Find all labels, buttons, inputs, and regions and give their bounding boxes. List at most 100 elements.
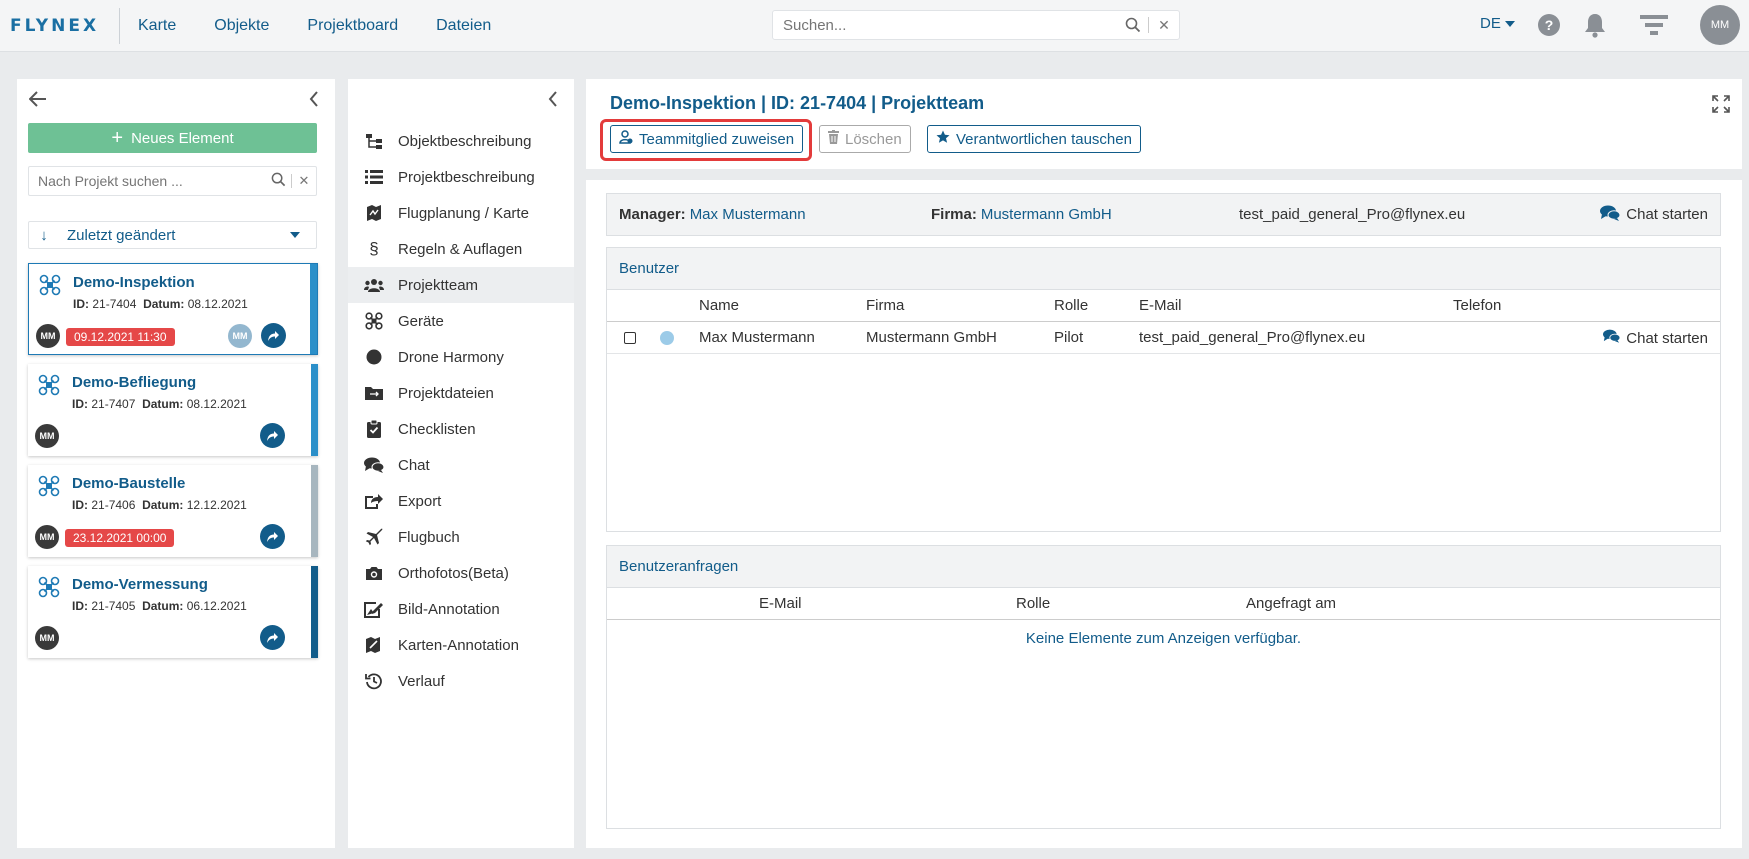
project-title[interactable]: Demo-Befliegung <box>72 374 196 391</box>
bell-icon[interactable] <box>1584 12 1606 42</box>
column-header-phone[interactable]: Telefon <box>1453 297 1501 314</box>
export-icon <box>363 493 385 509</box>
menu-label: Checklisten <box>398 420 476 438</box>
new-element-button[interactable]: + Neues Element <box>28 123 317 153</box>
menu-label: Flugbuch <box>398 528 460 546</box>
nav-link-karte[interactable]: Karte <box>138 17 176 35</box>
date-label: Datum: <box>143 297 185 311</box>
user-role: Pilot <box>1054 329 1084 346</box>
menu-item-chat[interactable]: Chat <box>348 447 574 483</box>
column-header-email[interactable]: E-Mail <box>759 595 802 612</box>
flynex-logo[interactable]: FLYNEX <box>10 7 120 44</box>
plus-icon: + <box>111 127 124 149</box>
collapse-menu-icon[interactable] <box>548 91 558 111</box>
sort-dropdown[interactable]: ↓ Zuletzt geändert <box>28 221 317 249</box>
project-card[interactable]: Demo-Befliegung ID: 21-7407 Datum: 08.12… <box>28 364 318 456</box>
column-header-role[interactable]: Rolle <box>1054 297 1088 314</box>
project-title[interactable]: Demo-Inspektion <box>73 274 195 291</box>
nav-link-dateien[interactable]: Dateien <box>436 17 491 35</box>
project-card[interactable]: Demo-Baustelle ID: 21-7406 Datum: 12.12.… <box>28 465 318 557</box>
swap-manager-label: Verantwortlichen tauschen <box>956 130 1132 148</box>
drone-icon <box>39 274 61 296</box>
menu-item-flugplanung[interactable]: Flugplanung / Karte <box>348 195 574 231</box>
delete-button[interactable]: Löschen <box>819 125 911 153</box>
project-date: 08.12.2021 <box>187 297 248 311</box>
manager-chat-button[interactable]: Chat starten <box>1600 205 1708 225</box>
assign-member-label: Teammitglied zuweisen <box>639 130 795 148</box>
project-card[interactable]: Demo-Vermessung ID: 21-7405 Datum: 06.12… <box>28 566 318 658</box>
menu-item-projektdateien[interactable]: Projektdateien <box>348 375 574 411</box>
menu-item-karten-annotation[interactable]: Karten-Annotation <box>348 627 574 663</box>
menu-item-export[interactable]: Export <box>348 483 574 519</box>
menu-item-projektbeschreibung[interactable]: Projektbeschreibung <box>348 159 574 195</box>
menu-item-flugbuch[interactable]: Flugbuch <box>348 519 574 555</box>
search-icon[interactable] <box>265 172 291 191</box>
menu-item-geraete[interactable]: Geräte <box>348 303 574 339</box>
back-arrow-icon[interactable] <box>28 91 47 111</box>
share-icon[interactable] <box>261 323 286 348</box>
company-name[interactable]: Mustermann GmbH <box>981 206 1112 223</box>
search-icon[interactable] <box>1118 17 1148 33</box>
manager-name[interactable]: Max Mustermann <box>690 206 806 223</box>
filter-icon[interactable] <box>1640 14 1668 40</box>
manager-label: Manager: <box>619 206 686 223</box>
column-header-requested-at[interactable]: Angefragt am <box>1246 595 1336 612</box>
drone-icon <box>38 374 60 396</box>
language-selector[interactable]: DE <box>1480 15 1515 32</box>
project-title[interactable]: Demo-Baustelle <box>72 475 185 492</box>
star-icon <box>936 130 950 148</box>
user-chat-button[interactable]: Chat starten <box>1603 329 1708 347</box>
project-search-input[interactable] <box>29 173 265 189</box>
menu-item-checklisten[interactable]: Checklisten <box>348 411 574 447</box>
top-navbar: FLYNEX Karte Objekte Projektboard Dateie… <box>0 0 1749 52</box>
expand-icon[interactable] <box>1712 95 1730 117</box>
clear-search-icon[interactable]: ✕ <box>1149 17 1179 34</box>
project-title[interactable]: Demo-Vermessung <box>72 576 208 593</box>
menu-item-drone-harmony[interactable]: Drone Harmony <box>348 339 574 375</box>
menu-label: Projektdateien <box>398 384 494 402</box>
id-label: ID: <box>72 599 88 613</box>
project-id: 21-7406 <box>91 498 136 512</box>
empty-state-message: Keine Elemente zum Anzeigen verfügbar. <box>1025 630 1302 647</box>
menu-item-regeln[interactable]: § Regeln & Auflagen <box>348 231 574 267</box>
menu-item-objektbeschreibung[interactable]: Objektbeschreibung <box>348 123 574 159</box>
deadline-badge: 23.12.2021 00:00 <box>65 529 175 547</box>
nav-link-projektboard[interactable]: Projektboard <box>307 17 398 35</box>
project-status-stripe <box>311 465 318 557</box>
menu-item-projektteam[interactable]: Projektteam <box>348 267 574 303</box>
assign-member-button[interactable]: Teammitglied zuweisen <box>610 125 804 153</box>
page-title: Demo-Inspektion | ID: 21-7404 | Projektt… <box>610 93 985 113</box>
project-card[interactable]: Demo-Inspektion ID: 21-7404 Datum: 08.12… <box>28 263 318 355</box>
help-icon[interactable]: ? <box>1538 14 1560 36</box>
share-icon[interactable] <box>260 423 285 448</box>
column-header-name[interactable]: Name <box>699 297 739 314</box>
project-list-panel: + Neues Element ✕ ↓ Zuletzt geändert Dem… <box>17 79 335 848</box>
column-header-company[interactable]: Firma <box>866 297 904 314</box>
date-label: Datum: <box>142 498 184 512</box>
menu-item-orthofotos[interactable]: Orthofotos(Beta) <box>348 555 574 591</box>
nav-link-objekte[interactable]: Objekte <box>214 17 269 35</box>
menu-item-bild-annotation[interactable]: Bild-Annotation <box>348 591 574 627</box>
swap-manager-button[interactable]: Verantwortlichen tauschen <box>927 125 1141 153</box>
menu-item-verlauf[interactable]: Verlauf <box>348 663 574 699</box>
owner-avatar: MM <box>36 324 60 348</box>
table-row[interactable]: Max Mustermann Mustermann GmbH Pilot tes… <box>607 322 1720 354</box>
chat-label: Chat starten <box>1626 206 1708 223</box>
collapse-left-icon[interactable] <box>309 91 319 111</box>
user-avatar[interactable]: MM <box>1700 5 1740 45</box>
clear-search-icon[interactable]: ✕ <box>292 173 316 189</box>
folder-icon <box>363 386 385 400</box>
requests-table-header: E-Mail Rolle Angefragt am <box>607 588 1720 620</box>
column-header-email[interactable]: E-Mail <box>1139 297 1182 314</box>
share-icon[interactable] <box>260 625 285 650</box>
row-checkbox[interactable] <box>624 332 636 344</box>
comments-icon <box>1603 329 1621 347</box>
share-icon[interactable] <box>260 524 285 549</box>
global-search-input[interactable] <box>773 16 1118 34</box>
date-label: Datum: <box>142 599 184 613</box>
sitemap-icon <box>363 133 385 149</box>
global-search: ✕ <box>772 10 1180 40</box>
manager-info-bar: Manager: Max Mustermann Firma: Mustermann … <box>606 193 1721 236</box>
paragraph-icon: § <box>369 239 379 258</box>
column-header-role[interactable]: Rolle <box>1016 595 1050 612</box>
